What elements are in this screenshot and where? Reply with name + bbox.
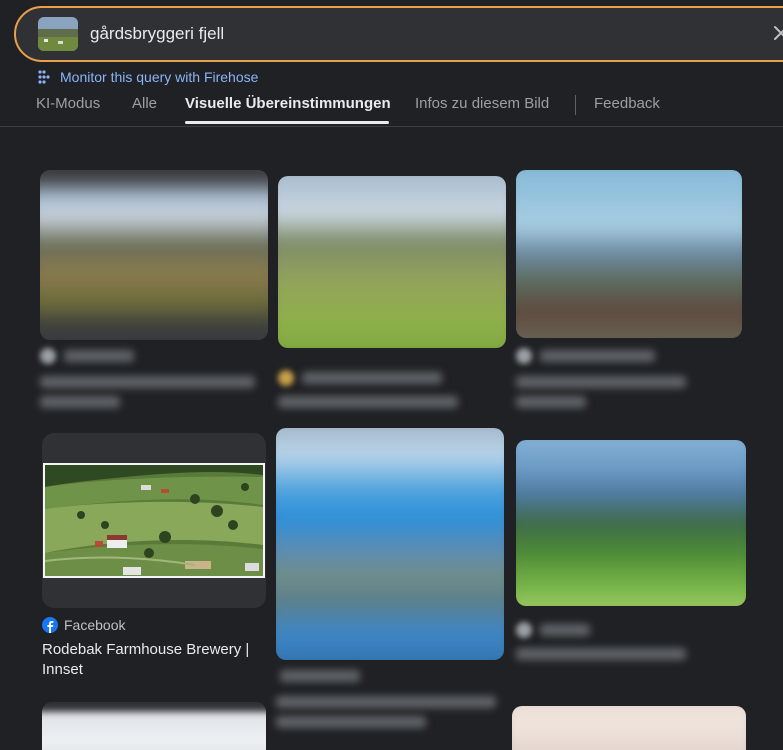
firehose-icon — [38, 70, 50, 84]
blurred-favicon-icon — [278, 370, 294, 386]
blurred-title — [40, 396, 120, 408]
tab-feedback[interactable]: Feedback — [594, 95, 660, 112]
blurred-favicon-icon — [516, 622, 532, 638]
blurred-source — [540, 350, 655, 362]
tab-visual-matches[interactable]: Visuelle Übereinstimmungen — [185, 95, 391, 112]
result-image[interactable] — [512, 706, 746, 750]
result-image[interactable] — [40, 170, 268, 340]
facebook-icon — [42, 617, 58, 633]
tab-alle[interactable]: Alle — [132, 95, 157, 112]
blurred-title — [516, 376, 686, 388]
tab-about-image[interactable]: Infos zu diesem Bild — [415, 95, 549, 112]
result-image-farm[interactable] — [43, 463, 265, 578]
source-name: Facebook — [64, 617, 126, 633]
blurred-title — [516, 396, 586, 408]
tab-divider — [575, 95, 576, 115]
result-image[interactable] — [42, 702, 266, 750]
active-tab-indicator — [185, 121, 389, 124]
result-image[interactable] — [278, 176, 506, 348]
result-source[interactable]: Facebook — [42, 616, 125, 634]
firehose-label: Monitor this query with Firehose — [60, 69, 259, 85]
search-bar[interactable]: gårdsbryggeri fjell — [14, 6, 783, 62]
result-card-facebook[interactable] — [42, 433, 266, 608]
blurred-source — [302, 372, 442, 384]
blurred-title — [278, 396, 458, 408]
blurred-favicon-icon — [516, 348, 532, 364]
result-title[interactable]: Rodebak Farmhouse Brewery | Innset — [42, 640, 272, 680]
firehose-link[interactable]: Monitor this query with Firehose — [36, 68, 258, 86]
blurred-source — [64, 350, 134, 362]
blurred-title — [276, 696, 496, 708]
blurred-source — [540, 624, 590, 636]
tab-bar: KI-Modus Alle Visuelle Übereinstimmungen… — [0, 86, 783, 127]
result-image[interactable] — [516, 440, 746, 606]
page: gårdsbryggeri fjell Monitor this query w… — [0, 0, 783, 750]
blurred-title — [40, 376, 255, 388]
blurred-favicon-icon — [40, 348, 56, 364]
close-icon[interactable] — [768, 20, 783, 46]
search-query-text[interactable]: gårdsbryggeri fjell — [90, 24, 224, 44]
tab-ki-modus[interactable]: KI-Modus — [36, 95, 100, 112]
result-image[interactable] — [276, 428, 504, 660]
query-image-thumbnail[interactable] — [38, 17, 78, 51]
blurred-title — [276, 716, 426, 728]
blurred-title — [516, 648, 686, 660]
blurred-source — [280, 670, 360, 682]
result-image[interactable] — [516, 170, 742, 338]
